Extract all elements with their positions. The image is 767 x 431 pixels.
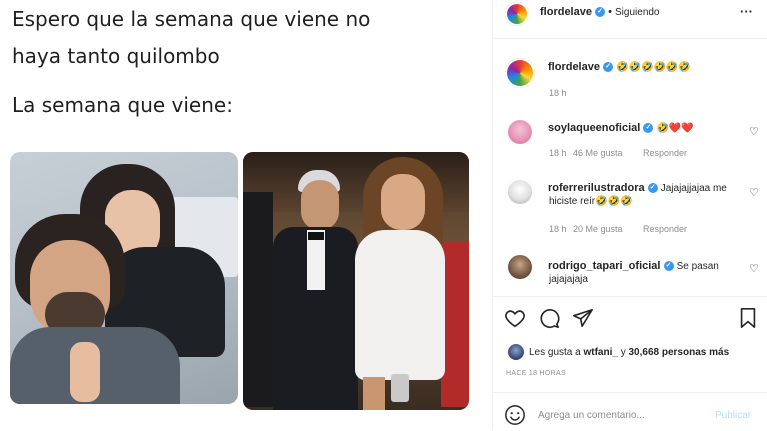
bookmark-icon[interactable] (738, 307, 758, 334)
comment-text: Jajajajjajaa me (660, 183, 727, 194)
author-username[interactable]: flordelave ✓ • Siguiendo (540, 6, 660, 18)
comment-username[interactable]: soylaqueenoficial (548, 122, 640, 134)
comment-avatar[interactable] (508, 255, 532, 279)
bystander-right (441, 242, 469, 407)
bow-tie (308, 232, 324, 240)
more-icon[interactable]: ··· (740, 4, 753, 19)
caption-username[interactable]: flordelave (548, 61, 600, 73)
caption-text: 🤣🤣🤣🤣🤣🤣 (616, 62, 691, 73)
emoji-icon[interactable] (504, 404, 526, 431)
comment-icon[interactable] (538, 307, 560, 334)
post-media[interactable]: Espero que la semana que viene no haya t… (0, 0, 492, 430)
liker-username[interactable]: wtfani_ (583, 347, 617, 358)
comment-like-heart-icon[interactable]: ♡ (749, 262, 759, 275)
comment-username[interactable]: rodrigo_tapari_oficial (548, 260, 660, 272)
comment-text: Se pasan (676, 261, 719, 272)
woman-leg (363, 377, 385, 410)
reply-button[interactable]: Responder (643, 224, 687, 234)
actions-divider (493, 296, 767, 297)
verified-badge-icon: ✓ (603, 62, 614, 73)
post-sidebar: flordelave ✓ • Siguiendo ··· flordelave … (492, 0, 767, 430)
comment-time: 18 h (549, 148, 567, 158)
comment-text: 🤣❤️❤️ (656, 123, 694, 134)
publish-button[interactable]: Publicar (715, 410, 751, 421)
woman-white-dress (355, 230, 445, 380)
comment-likes[interactable]: 46 Me gusta (573, 148, 623, 158)
meme-text-line-1: Espero que la semana que viene no (12, 7, 371, 31)
comment-like-heart-icon[interactable]: ♡ (749, 186, 759, 199)
clutch-bag (391, 374, 409, 402)
composer-divider (493, 392, 767, 393)
author-username-text[interactable]: flordelave (540, 6, 592, 18)
comment-like-heart-icon[interactable]: ♡ (749, 125, 759, 138)
comment-text-continued: jajajajaja (549, 274, 588, 285)
post-timestamp: HACE 18 HORAS (506, 370, 566, 377)
comment-author[interactable]: soylaqueenoficial ✓ 🤣❤️❤️ (548, 122, 694, 134)
caption-author[interactable]: flordelave ✓ 🤣🤣🤣🤣🤣🤣 (548, 61, 691, 73)
bystander-left (243, 192, 273, 407)
separator-dot: • (608, 6, 612, 18)
comment-likes[interactable]: 20 Me gusta (573, 224, 623, 234)
comment-text-continued: hiciste reír🤣🤣🤣 (549, 196, 633, 207)
photo-couple-right (243, 152, 469, 410)
reply-button[interactable]: Responder (643, 148, 687, 158)
verified-badge-icon: ✓ (647, 183, 658, 194)
header-divider (493, 38, 767, 39)
comment-avatar[interactable] (508, 180, 532, 204)
woman-leg (70, 342, 100, 402)
comment-author[interactable]: roferrerilustradora ✓ Jajajajjajaa me (548, 182, 727, 194)
caption-time: 18 h (549, 88, 567, 98)
man-face (301, 180, 339, 230)
likes-middle: y (617, 347, 629, 358)
likes-summary[interactable]: Les gusta a wtfani_ y 30,668 personas má… (529, 347, 729, 358)
liker-avatar[interactable] (508, 344, 524, 360)
heart-icon[interactable] (504, 307, 526, 334)
likes-count[interactable]: 30,668 (629, 347, 660, 358)
comment-author[interactable]: rodrigo_tapari_oficial ✓ Se pasan (548, 260, 719, 272)
comment-username[interactable]: roferrerilustradora (548, 182, 645, 194)
comment-avatar[interactable] (508, 120, 532, 144)
photo-couple-left (10, 152, 238, 404)
author-avatar[interactable] (505, 2, 529, 26)
verified-badge-icon: ✓ (643, 123, 654, 134)
comment-input[interactable]: Agrega un comentario... (538, 410, 645, 421)
likes-suffix[interactable]: personas más (659, 347, 729, 358)
woman-face (381, 174, 425, 230)
caption-avatar[interactable] (505, 58, 535, 88)
likes-prefix: Les gusta a (529, 347, 584, 358)
verified-badge-icon: ✓ (663, 261, 674, 272)
comment-time: 18 h (549, 224, 567, 234)
meme-text-line-2: haya tanto quilombo (12, 44, 220, 68)
share-icon[interactable] (572, 307, 594, 334)
verified-badge-icon: ✓ (595, 7, 606, 18)
follow-state-button[interactable]: Siguiendo (615, 7, 659, 18)
meme-text-line-3: La semana que viene: (12, 93, 233, 117)
